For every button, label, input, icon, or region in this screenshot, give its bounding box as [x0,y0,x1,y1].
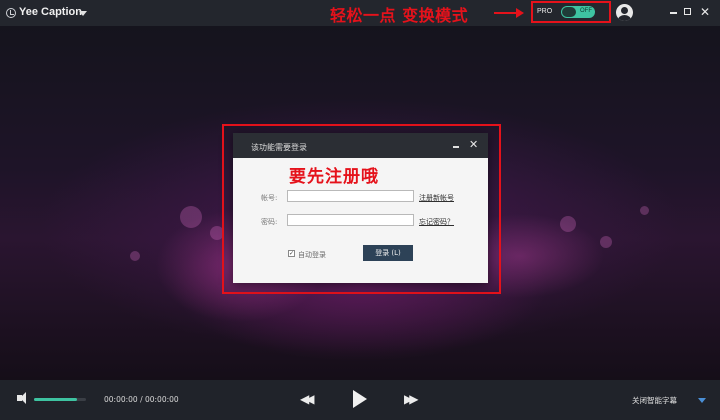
login-dialog: 该功能需要登录 ✕ 要先注册哦 帐号: 注册新帐号 密码: 忘记密码？ ✓ 自动… [233,133,488,283]
volume-icon[interactable] [17,392,26,404]
annotation-arrow-right-icon [494,8,524,18]
password-label: 密码: [261,218,278,226]
app-title: Yee Caption [19,6,82,18]
register-link[interactable]: 注册新帐号 [419,193,454,203]
account-input[interactable] [287,190,414,202]
title-bar: Yee Caption 轻松一点 变换模式 PRO OFF ✕ [0,0,720,26]
auto-login-checkbox[interactable]: ✓ [288,250,295,257]
app-logo-icon [6,8,16,18]
dialog-minimize-button[interactable] [453,146,459,148]
user-avatar-icon[interactable] [616,4,633,21]
bokeh-decoration [640,206,649,215]
window-close-button[interactable]: ✕ [700,5,712,19]
window-minimize-button[interactable] [670,12,677,14]
player-control-bar: 00:00:00 / 00:00:00 ◀◀ ▶▶ 关闭智能字幕 [0,380,720,420]
playback-time: 00:00:00 / 00:00:00 [104,395,179,404]
smart-subtitle-toggle[interactable]: 关闭智能字幕 [632,395,677,406]
dialog-header: 该功能需要登录 ✕ [233,133,488,158]
bokeh-decoration [560,216,576,232]
app-menu-chevron-down-icon[interactable] [79,11,87,16]
bokeh-decoration [600,236,612,248]
annotation-register-first: 要先注册哦 [289,167,379,187]
auto-login-label: 自动登录 [298,251,326,259]
play-icon[interactable] [353,390,367,408]
annotation-switch-mode: 轻松一点 变换模式 [330,6,469,25]
pro-toggle-state: OFF [580,8,592,14]
password-input[interactable] [287,214,414,226]
login-button[interactable]: 登录 (L) [363,245,413,261]
subtitle-chevron-down-icon[interactable] [698,398,706,403]
rewind-icon[interactable]: ◀◀ [300,392,315,406]
pro-mode-toggle[interactable]: OFF [561,6,595,18]
dialog-close-button[interactable]: ✕ [469,139,478,151]
pro-label: PRO [537,8,553,15]
volume-slider-fill [34,398,77,401]
dialog-title: 该功能需要登录 [251,143,307,152]
forgot-password-link[interactable]: 忘记密码？ [419,217,454,227]
account-label: 帐号: [261,194,278,202]
volume-slider[interactable] [34,398,86,401]
window-maximize-button[interactable] [684,8,691,15]
pro-toggle-knob [562,7,576,17]
fast-forward-icon[interactable]: ▶▶ [404,392,419,406]
bokeh-decoration [130,251,140,261]
bokeh-decoration [180,206,202,228]
